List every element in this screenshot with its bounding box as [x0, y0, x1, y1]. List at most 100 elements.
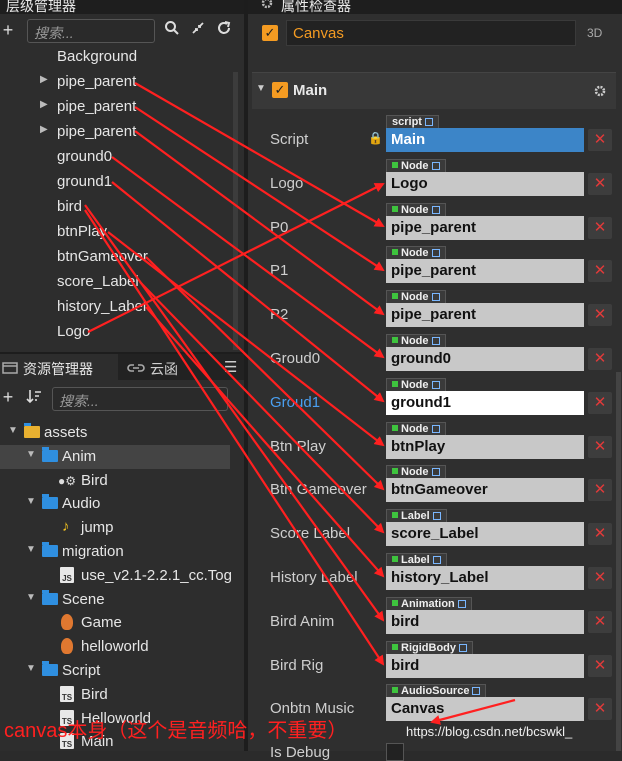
asset-folder[interactable]: ▼ Script: [0, 659, 230, 683]
component-header[interactable]: ▼ ✓ Main: [252, 72, 616, 109]
remove-reference-button[interactable]: ✕: [588, 129, 612, 151]
remove-reference-button[interactable]: ✕: [588, 698, 612, 721]
expand-arrow-icon[interactable]: ▶: [40, 74, 48, 85]
property-value-field[interactable]: Logo: [386, 171, 584, 196]
external-link-icon[interactable]: [431, 249, 440, 258]
assets-search-input[interactable]: 搜索...: [52, 387, 228, 411]
node-name-input[interactable]: Canvas: [286, 20, 576, 46]
external-link-icon[interactable]: [431, 161, 440, 170]
node-active-checkbox[interactable]: ✓: [262, 25, 278, 41]
property-value-field[interactable]: pipe_parent: [386, 259, 584, 284]
remove-reference-button[interactable]: ✕: [588, 610, 612, 633]
property-value-field[interactable]: pipe_parent: [386, 215, 584, 240]
asset-folder[interactable]: ▼ Anim: [0, 444, 230, 469]
refresh-icon[interactable]: [215, 20, 233, 40]
remove-reference-button[interactable]: ✕: [588, 654, 612, 677]
hierarchy-node[interactable]: ▶ pipe_parent: [0, 95, 230, 119]
expand-arrow-icon[interactable]: ▶: [40, 99, 48, 110]
remove-reference-button[interactable]: ✕: [588, 348, 612, 370]
remove-reference-button[interactable]: ✕: [588, 567, 612, 589]
hierarchy-search-input[interactable]: 搜索...: [27, 19, 155, 43]
remove-reference-button[interactable]: ✕: [588, 523, 612, 546]
sort-icon[interactable]: [25, 388, 43, 408]
collapse-arrow-icon[interactable]: ▼: [26, 592, 36, 603]
remove-reference-button[interactable]: ✕: [588, 304, 612, 327]
property-value-field[interactable]: btnPlay: [386, 434, 584, 459]
asset-file[interactable]: ♪ jump: [0, 516, 230, 540]
property-label: Bird Anim: [270, 612, 335, 630]
hierarchy-node[interactable]: history_Label: [0, 295, 230, 319]
property-value-field[interactable]: bird: [386, 609, 584, 634]
collapse-arrow-icon[interactable]: ▼: [26, 496, 36, 507]
hierarchy-node[interactable]: btnGameover: [0, 245, 230, 269]
hierarchy-node[interactable]: Background: [0, 45, 230, 69]
asset-folder[interactable]: ▼ Scene: [0, 588, 230, 612]
property-value-field[interactable]: btnGameover: [386, 478, 584, 503]
component-settings-icon[interactable]: [593, 84, 607, 98]
hierarchy-node[interactable]: Logo: [0, 320, 230, 344]
external-link-icon[interactable]: [432, 512, 441, 521]
remove-reference-button[interactable]: ✕: [588, 479, 612, 502]
collapse-arrow-icon[interactable]: ▼: [26, 544, 36, 555]
collapse-arrow-icon[interactable]: ▼: [8, 425, 18, 436]
asset-file[interactable]: TS Bird: [0, 683, 230, 707]
add-icon[interactable]: +: [0, 387, 17, 408]
collapse-arrow-icon[interactable]: ▼: [26, 449, 36, 460]
property-value-field[interactable]: history_Label: [386, 566, 584, 590]
property-value-field[interactable]: Main: [386, 128, 584, 152]
3d-toggle[interactable]: 3D: [587, 26, 602, 40]
asset-file[interactable]: JS use_v2.1-2.2.1_cc.Tog: [0, 564, 232, 588]
hierarchy-node[interactable]: bird: [0, 195, 230, 219]
tab-assets[interactable]: 资源管理器: [0, 354, 118, 380]
collapse-arrow-icon[interactable]: ▼: [256, 83, 266, 94]
external-link-icon[interactable]: [424, 118, 433, 126]
external-link-icon[interactable]: [431, 468, 440, 477]
property-value-field[interactable]: Canvas: [386, 697, 584, 722]
add-icon[interactable]: +: [0, 20, 17, 41]
asset-file[interactable]: ●⚙ Bird: [0, 469, 230, 493]
external-link-icon[interactable]: [472, 687, 481, 696]
component-enabled-checkbox[interactable]: ✓: [272, 82, 288, 98]
inspector-scrollbar[interactable]: [616, 372, 621, 751]
property-value-field[interactable]: bird: [386, 653, 584, 678]
expand-arrow-icon[interactable]: ▶: [40, 124, 48, 135]
remove-reference-button[interactable]: ✕: [588, 435, 612, 458]
external-link-icon[interactable]: [431, 293, 440, 302]
property-type-label: Node: [401, 335, 429, 347]
external-link-icon[interactable]: [431, 380, 440, 389]
property-value-field[interactable]: pipe_parent: [386, 303, 584, 328]
asset-folder[interactable]: ▼ migration: [0, 540, 230, 564]
tab-cloud[interactable]: 云函: [120, 354, 210, 380]
hierarchy-node[interactable]: btnPlay: [0, 220, 230, 244]
collapse-icon[interactable]: [189, 20, 207, 40]
assets-panel: 资源管理器 云函 ☰ + 搜索... ▼ assets ▼ Anim ●⚙ Bird ▼ Au…: [0, 354, 244, 751]
search-icon[interactable]: [163, 20, 181, 40]
asset-file[interactable]: helloworld: [0, 635, 230, 659]
hierarchy-node[interactable]: ground0: [0, 145, 230, 169]
remove-reference-button[interactable]: ✕: [588, 260, 612, 283]
external-link-icon[interactable]: [431, 424, 440, 433]
hsplit-divider[interactable]: [0, 352, 244, 354]
hierarchy-node[interactable]: ▶ pipe_parent: [0, 70, 230, 94]
is-debug-checkbox[interactable]: [386, 743, 404, 761]
hierarchy-node[interactable]: score_Label: [0, 270, 230, 294]
hierarchy-node[interactable]: ground1: [0, 170, 230, 194]
hierarchy-node[interactable]: ▶ pipe_parent: [0, 120, 230, 144]
external-link-icon[interactable]: [431, 205, 440, 214]
property-value-field[interactable]: score_Label: [386, 522, 584, 547]
asset-folder[interactable]: ▼ Audio: [0, 492, 230, 516]
external-link-icon[interactable]: [431, 337, 440, 345]
menu-icon[interactable]: ☰: [224, 358, 237, 376]
hierarchy-scrollbar[interactable]: [233, 72, 238, 350]
property-value-field[interactable]: ground1: [386, 390, 584, 415]
collapse-arrow-icon[interactable]: ▼: [26, 663, 36, 674]
external-link-icon[interactable]: [432, 556, 441, 564]
property-value-field[interactable]: ground0: [386, 347, 584, 371]
asset-file[interactable]: Game: [0, 611, 230, 635]
remove-reference-button[interactable]: ✕: [588, 172, 612, 195]
remove-reference-button[interactable]: ✕: [588, 216, 612, 239]
external-link-icon[interactable]: [459, 643, 467, 652]
asset-folder[interactable]: ▼ assets: [0, 421, 230, 445]
external-link-icon[interactable]: [457, 599, 466, 608]
remove-reference-button[interactable]: ✕: [588, 391, 612, 414]
